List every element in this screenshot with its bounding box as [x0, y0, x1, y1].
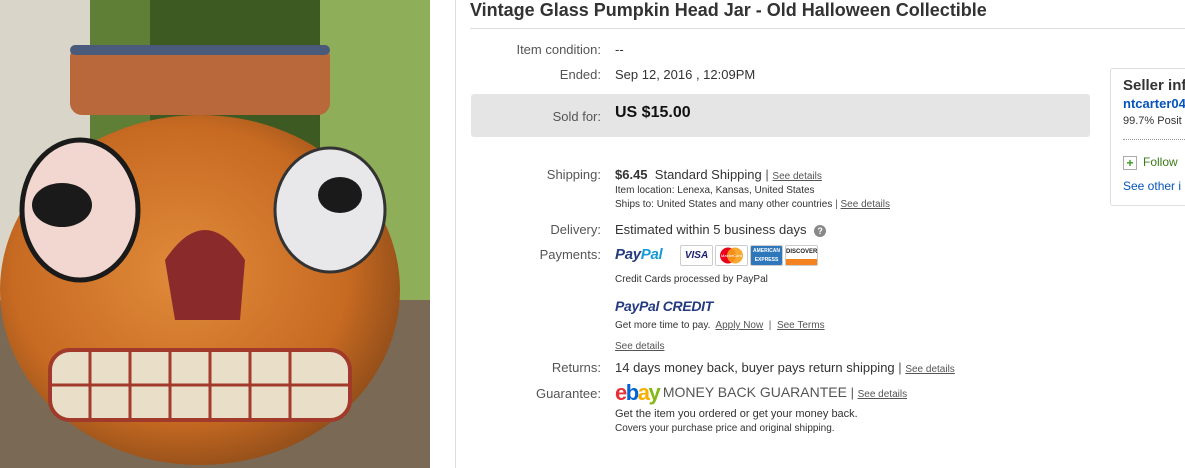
mastercard-label: MasterCard — [721, 253, 742, 258]
follow-label: Follow — [1143, 155, 1178, 169]
returns-label: Returns: — [551, 360, 601, 375]
shipping-method: Standard Shipping — [654, 167, 762, 182]
ebay-logo-b: b — [625, 380, 639, 405]
seller-feedback: 99.7% Posit — [1123, 115, 1182, 127]
returns-value: 14 days money back, buyer pays return sh… — [615, 360, 895, 375]
money-back-guarantee: MONEY BACK GUARANTEE — [662, 384, 847, 400]
mastercard-icon: MasterCard — [715, 245, 748, 266]
paypal-logo: PayPal — [615, 246, 663, 263]
amex-icon: AMERICAN EXPRESS — [750, 245, 783, 266]
ships-to-row: Ships to: United States and many other c… — [615, 199, 890, 210]
paypal-credit-logo: PayPal CREDIT — [615, 298, 713, 314]
guarantee-line-1: Get the item you ordered or get your mon… — [615, 408, 858, 420]
ships-to: Ships to: United States and many other c… — [615, 199, 833, 210]
pumpkin-jar-image — [0, 0, 430, 468]
sold-price: US $15.00 — [615, 104, 691, 121]
column-divider — [455, 0, 456, 468]
guarantee-line-2: Covers your purchase price and original … — [615, 423, 835, 434]
mastercard-circles: MasterCard — [720, 247, 743, 264]
seller-name-link[interactable]: ntcarter04 — [1123, 96, 1185, 111]
item-condition-label: Item condition: — [516, 42, 601, 57]
cards-note: Credit Cards processed by PayPal — [615, 274, 768, 285]
discover-label: DISCOVER — [786, 249, 818, 255]
visa-label: VISA — [684, 250, 709, 261]
guarantee-row: ebay MONEY BACK GUARANTEE | See details — [615, 380, 907, 406]
visa-icon: VISA — [680, 245, 713, 266]
delivery-row: Estimated within 5 business days ? — [615, 222, 827, 237]
item-location: Item location: Lenexa, Kansas, United St… — [615, 185, 815, 196]
shipping-see-details-link[interactable]: See details — [772, 171, 821, 182]
discover-stripe — [786, 259, 817, 265]
card-logos: VISA MasterCard AMERICAN EXPRESS DISCOVE… — [680, 245, 830, 267]
paypal-logo-pal: Pal — [640, 246, 663, 263]
paypal-credit-row: Get more time to pay. Apply Now | See Te… — [615, 320, 825, 331]
apply-now-link[interactable]: Apply Now — [715, 320, 763, 331]
payments-see-details-link[interactable]: See details — [615, 341, 664, 352]
see-terms-link[interactable]: See Terms — [777, 320, 825, 331]
separator: | — [766, 320, 775, 331]
title-rule — [470, 28, 1185, 29]
shipping-label: Shipping: — [546, 167, 601, 182]
paypal-credit-text: Get more time to pay. — [615, 320, 711, 331]
ebay-logo-a: a — [637, 380, 650, 405]
paypal-credit-paypal: PayPal — [615, 298, 660, 314]
shipping-cost: $6.45 — [615, 167, 648, 182]
separator: | — [835, 199, 838, 210]
seller-info-panel: Seller inf ntcarter04 99.7% Posit + Follo… — [1110, 68, 1185, 206]
paypal-credit-word: CREDIT — [659, 298, 714, 314]
ended-value: Sep 12, 2016 , 12:09PM — [615, 67, 756, 82]
separator: | — [850, 385, 854, 400]
seller-divider — [1123, 139, 1185, 140]
shipping-row: $6.45 Standard Shipping | See details — [615, 167, 822, 182]
ships-to-see-details-link[interactable]: See details — [841, 199, 890, 210]
plus-icon: + — [1123, 155, 1137, 170]
ended-label: Ended: — [559, 67, 601, 82]
discover-icon: DISCOVER — [785, 245, 818, 266]
ebay-logo-y: y — [648, 380, 660, 405]
guarantee-label: Guarantee: — [535, 386, 601, 401]
item-condition-value: -- — [615, 42, 624, 57]
help-icon[interactable]: ? — [814, 224, 827, 237]
returns-row: 14 days money back, buyer pays return sh… — [615, 360, 955, 375]
paypal-logo-pay: Pay — [615, 246, 641, 263]
seller-info-heading: Seller inf — [1123, 77, 1185, 94]
separator: | — [765, 167, 769, 182]
ebay-logo: ebay — [615, 380, 663, 405]
delivery-label: Delivery: — [550, 222, 601, 237]
ebay-logo-e: e — [615, 380, 627, 405]
returns-see-details-link[interactable]: See details — [905, 364, 954, 375]
payments-label: Payments: — [539, 247, 601, 262]
amex-label: AMERICAN EXPRESS — [753, 248, 780, 263]
follow-button[interactable]: + Follow — [1123, 155, 1178, 170]
sold-for-label: Sold for: — [552, 109, 601, 124]
item-title: Vintage Glass Pumpkin Head Jar - Old Hal… — [470, 0, 987, 20]
guarantee-see-details-link[interactable]: See details — [858, 389, 907, 400]
product-photo[interactable] — [0, 0, 430, 468]
delivery-value: Estimated within 5 business days — [615, 222, 807, 237]
payments-see-details-row: See details — [615, 337, 664, 352]
separator: | — [898, 360, 902, 375]
see-other-items-link[interactable]: See other i — [1123, 179, 1181, 193]
